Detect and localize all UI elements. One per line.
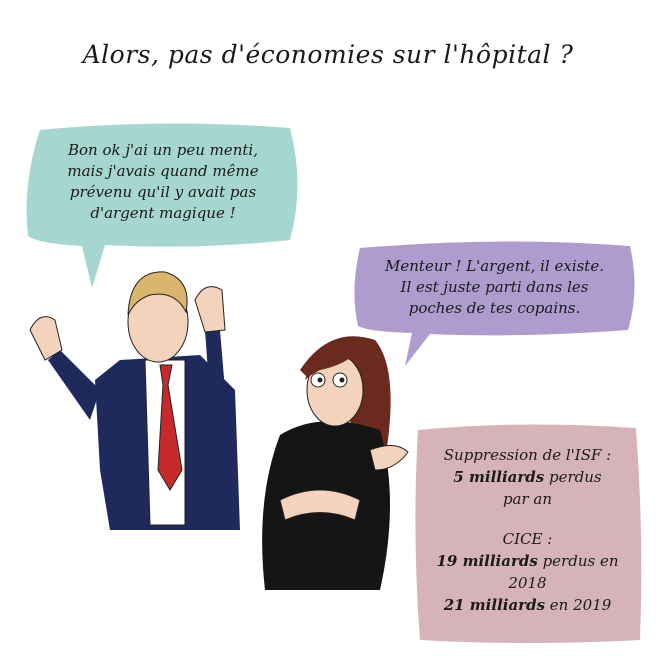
speech-line: Bon ok j'ai un peu menti, <box>67 141 258 159</box>
isf-amount: 5 milliards <box>453 468 545 486</box>
speech-line: poches de tes copains. <box>408 299 581 317</box>
speech-line: prévenu qu'il y avait pas <box>69 183 257 201</box>
cice-amount-2018: 19 milliards <box>436 552 538 570</box>
speech-line: d'argent magique ! <box>90 204 236 222</box>
isf-period: par an <box>502 490 553 508</box>
cice-label: CICE : <box>502 530 553 548</box>
woman-speech-text: Menteur ! L'argent, il existe. Il est ju… <box>362 256 627 319</box>
woman-character <box>262 336 409 590</box>
facts-text: Suppression de l'ISF : 5 milliards perdu… <box>420 444 635 616</box>
isf-label: Suppression de l'ISF : <box>443 446 612 464</box>
cice-year-2018: 2018 <box>508 574 547 592</box>
isf-rest: perdus <box>544 468 602 486</box>
man-speech-text: Bon ok j'ai un peu menti, mais j'avais q… <box>38 140 288 224</box>
comic-panel: Alors, pas d'économies sur l'hôpital ? B… <box>0 0 656 656</box>
cice-amount-2019: 21 milliards <box>443 596 546 614</box>
speech-line: Il est juste parti dans les <box>400 278 589 296</box>
speech-line: Menteur ! L'argent, il existe. <box>385 257 604 275</box>
cice-rest-2019: en 2019 <box>545 596 612 614</box>
speech-line: mais j'avais quand même <box>67 162 259 180</box>
man-character <box>29 271 240 530</box>
cice-rest: perdus en <box>537 552 619 570</box>
